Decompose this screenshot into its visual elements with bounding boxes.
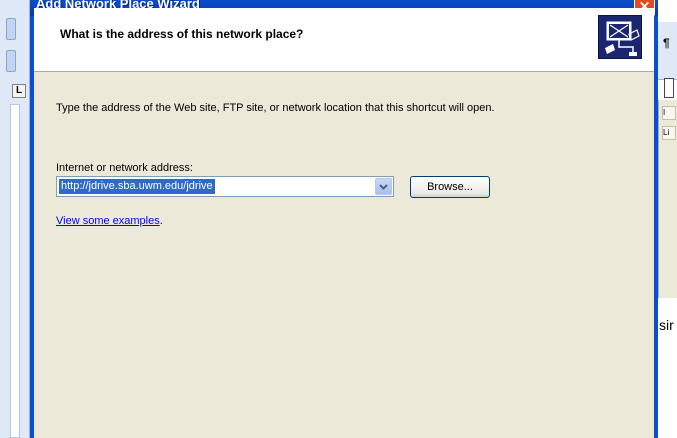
window-frame-left (30, 16, 34, 438)
examples-text: View some examples. (56, 215, 163, 227)
background-app-left-strip: L (0, 0, 30, 438)
browse-button[interactable]: Browse... (410, 176, 490, 198)
pane-cell[interactable]: Li (662, 126, 676, 140)
pilcrow-icon[interactable]: ¶ (663, 36, 670, 50)
background-app-right-strip: ¶ I Li sir (658, 0, 677, 438)
background-toolbar: ¶ (658, 22, 677, 98)
network-place-icon (598, 15, 642, 59)
vertical-ruler (10, 104, 20, 438)
address-label: Internet or network address: (56, 162, 193, 174)
background-task-pane: I Li (658, 100, 677, 298)
page-title: What is the address of this network plac… (60, 27, 304, 41)
document-text-fragment: sir (659, 317, 674, 333)
wizard-header: What is the address of this network plac… (34, 8, 654, 72)
toolbar-field[interactable] (664, 78, 674, 98)
address-dropdown-button[interactable] (375, 178, 392, 195)
add-network-place-wizard: Add Network Place Wizard × What is the a… (30, 0, 658, 438)
toolbar-grip[interactable] (6, 18, 16, 40)
pane-cell[interactable]: I (662, 106, 676, 120)
address-combobox[interactable]: http://jdrive.sba.uwm.edu/jdrive (56, 176, 394, 197)
chevron-down-icon (379, 184, 388, 190)
instruction-text: Type the address of the Web site, FTP si… (56, 102, 495, 114)
window-frame-right (654, 16, 658, 438)
toolbar-grip[interactable] (6, 50, 16, 72)
view-examples-link[interactable]: View some examples (56, 215, 160, 227)
examples-period: . (159, 215, 163, 227)
screen: L ¶ I Li sir Add Network Place Wizard × … (0, 0, 677, 438)
ruler-tab-selector[interactable]: L (12, 84, 26, 98)
address-input[interactable]: http://jdrive.sba.uwm.edu/jdrive (59, 179, 215, 194)
